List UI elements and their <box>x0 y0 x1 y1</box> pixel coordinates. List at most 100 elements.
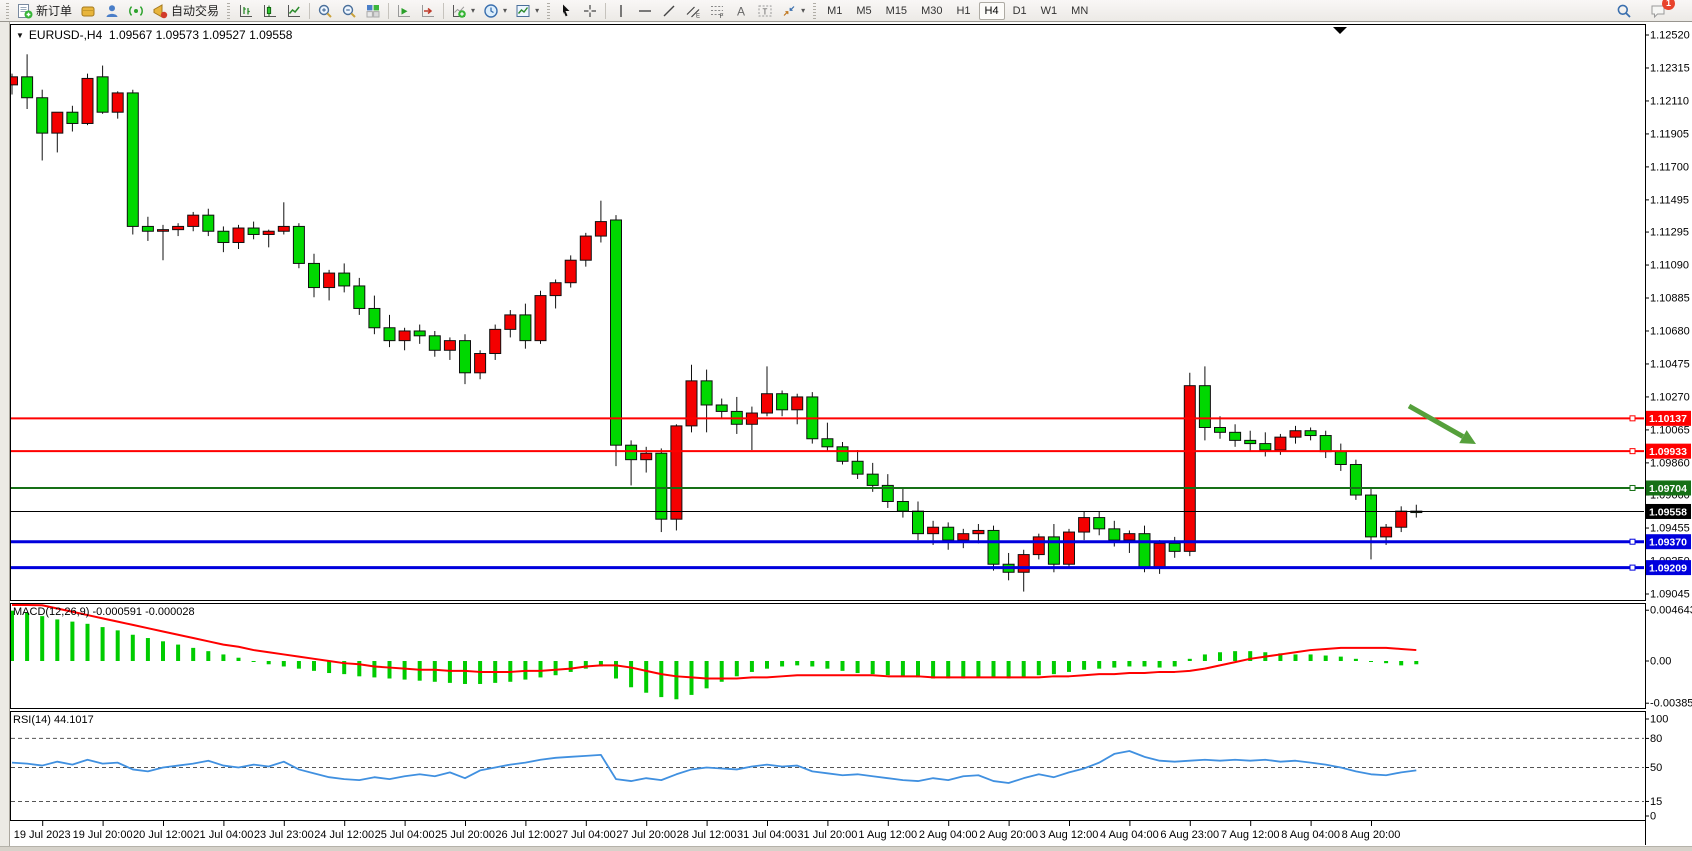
clock-icon <box>483 3 499 19</box>
rsi-tick-label: 0 <box>1650 811 1656 823</box>
timeframe-m15-button[interactable]: M15 <box>880 2 913 20</box>
tile-windows-button[interactable] <box>361 0 385 22</box>
vertical-line-button[interactable] <box>609 0 633 22</box>
chart-menu-arrow-icon[interactable]: ▼ <box>16 31 24 40</box>
indicators-dropdown-icon[interactable]: ▾ <box>471 6 475 15</box>
candle <box>1320 436 1331 452</box>
arrows-dropdown-icon[interactable]: ▾ <box>801 6 805 15</box>
price-tick-label: 1.10680 <box>1650 325 1690 337</box>
line-chart-mode-button[interactable] <box>282 0 306 22</box>
macd-histogram-bar <box>750 661 754 672</box>
zoom-out-button[interactable] <box>337 0 361 22</box>
candle <box>444 341 455 351</box>
macd-histogram-bar <box>1233 651 1237 661</box>
timeframe-h1-button[interactable]: H1 <box>950 2 976 20</box>
toolbar-separator <box>388 3 389 19</box>
chart-canvas[interactable]: 1.125201.123151.121101.119051.117001.114… <box>0 22 1692 845</box>
macd-histogram-bar <box>116 630 120 661</box>
timeframe-m30-button[interactable]: M30 <box>915 2 948 20</box>
price-badge-label: 1.09704 <box>1649 483 1687 495</box>
mql5-community-button[interactable] <box>100 0 124 22</box>
toolbar-drag-handle[interactable] <box>813 3 816 19</box>
macd-histogram-bar <box>1097 661 1101 669</box>
chart-shift-button[interactable] <box>416 0 440 22</box>
timeframe-h4-button[interactable]: H4 <box>979 2 1005 20</box>
price-tick-label: 1.10065 <box>1650 424 1690 436</box>
timeframe-m5-button[interactable]: M5 <box>850 2 877 20</box>
crosshair-button[interactable] <box>578 0 602 22</box>
fibonacci-retracement-button[interactable]: F <box>705 0 729 22</box>
line-handle[interactable] <box>1630 485 1635 490</box>
macd-histogram-bar <box>569 661 573 672</box>
notifications-button[interactable]: 1 <box>1646 0 1670 22</box>
macd-histogram-bar <box>418 661 422 681</box>
periods-dropdown-icon[interactable]: ▾ <box>503 6 507 15</box>
candle <box>1335 452 1346 465</box>
linechart-icon <box>286 3 302 19</box>
price-badge-label: 1.09558 <box>1649 506 1687 518</box>
zoom-in-icon <box>317 3 333 19</box>
macd-histogram-bar <box>372 661 376 677</box>
zoom-out-icon <box>341 3 357 19</box>
trendline-button[interactable] <box>657 0 681 22</box>
price-tick-label: 1.12315 <box>1650 62 1690 74</box>
timeframe-m1-button[interactable]: M1 <box>821 2 848 20</box>
candle <box>958 534 969 540</box>
text-label-button[interactable]: T <box>753 0 777 22</box>
line-handle[interactable] <box>1630 416 1635 421</box>
timeframe-mn-button[interactable]: MN <box>1065 2 1094 20</box>
periods-button[interactable]: ▾ <box>479 0 511 22</box>
macd-histogram-bar <box>101 627 105 661</box>
line-handle[interactable] <box>1630 565 1635 570</box>
arrows-button[interactable]: ▾ <box>777 0 809 22</box>
timeframe-d1-button[interactable]: D1 <box>1007 2 1033 20</box>
line-handle[interactable] <box>1630 449 1635 454</box>
candle <box>1064 532 1075 564</box>
time-tick-label: 25 Jul 04:00 <box>375 829 435 841</box>
profile-icon <box>104 3 120 19</box>
candles-icon <box>262 3 278 19</box>
signal-icon <box>128 3 144 19</box>
macd-histogram-bar <box>629 661 633 687</box>
candle <box>384 328 395 341</box>
toolbar-drag-handle[interactable] <box>6 3 9 19</box>
time-tick-label: 26 Jul 12:00 <box>495 829 555 841</box>
candle <box>913 511 924 534</box>
macd-histogram-bar <box>825 661 829 669</box>
price-tick-label: 1.12110 <box>1650 95 1689 107</box>
text-button[interactable]: A <box>729 0 753 22</box>
channel-icon: E <box>685 3 701 19</box>
toolbar-drag-handle[interactable] <box>547 3 550 19</box>
bars-icon <box>238 3 254 19</box>
chart-title-text: EURUSD-,H4 1.09567 1.09573 1.09527 1.095… <box>29 28 293 42</box>
auto-scroll-button[interactable] <box>392 0 416 22</box>
toolbar-drag-handle[interactable] <box>227 3 230 19</box>
trend-icon <box>661 3 677 19</box>
horizontal-line-button[interactable] <box>633 0 657 22</box>
cursor-button[interactable] <box>554 0 578 22</box>
signals-button[interactable] <box>124 0 148 22</box>
candle <box>1139 534 1150 568</box>
line-handle[interactable] <box>1630 539 1635 544</box>
zoom-in-button[interactable] <box>313 0 337 22</box>
candle <box>142 226 153 231</box>
bar-chart-mode-button[interactable] <box>234 0 258 22</box>
time-tick-label: 3 Aug 12:00 <box>1040 829 1099 841</box>
time-tick-label: 19 Jul 2023 <box>14 829 71 841</box>
search-button[interactable] <box>1612 0 1636 22</box>
mt4-window: 新订单 自动交易 ▾ ▾ ▾ EFAT ▾ M1M5M15M30H1H4D1W1MN 1 1.1… <box>0 0 1692 851</box>
indicators-button[interactable]: ▾ <box>447 0 479 22</box>
equidistant-channel-button[interactable]: E <box>681 0 705 22</box>
market-depth-button[interactable] <box>76 0 100 22</box>
macd-histogram-bar <box>191 648 195 661</box>
macd-histogram-bar <box>1112 661 1116 668</box>
templates-button[interactable]: ▾ <box>511 0 543 22</box>
candlestick-mode-button[interactable] <box>258 0 282 22</box>
macd-indicator-label: MACD(12,26,9) -0.000591 -0.000028 <box>13 606 195 618</box>
textT-icon: T <box>757 3 773 19</box>
templates-dropdown-icon[interactable]: ▾ <box>535 6 539 15</box>
auto-trading-button[interactable]: 自动交易 <box>148 0 223 22</box>
timeframe-w1-button[interactable]: W1 <box>1035 2 1064 20</box>
new-order-button[interactable]: 新订单 <box>13 0 76 22</box>
candle <box>671 426 682 519</box>
